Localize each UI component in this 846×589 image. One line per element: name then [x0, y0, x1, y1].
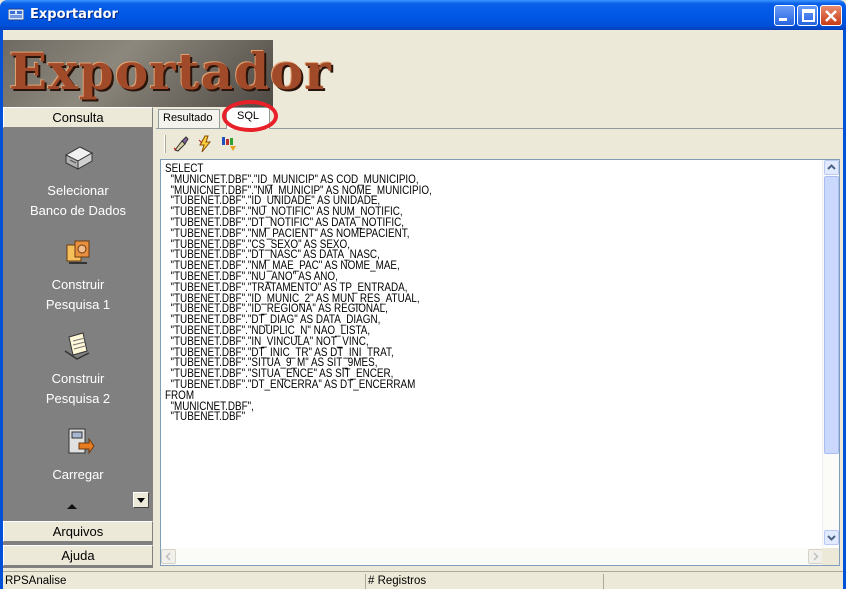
sidebar-item-construir-pesquisa-1[interactable]: Construir Pesquisa 1: [3, 235, 153, 315]
sidebar-item-label: Pesquisa 1: [45, 297, 111, 312]
status-app-name: RPSAnalise: [5, 575, 67, 587]
logo: Exportador: [3, 40, 331, 107]
logo-text: Exportador: [9, 42, 332, 101]
sidebar-item-label: Construir: [51, 277, 105, 292]
clear-icon: [173, 136, 189, 152]
vertical-scroll-thumb[interactable]: [824, 176, 839, 454]
main-panel: Resultado SQL SELECT "MUNICNET.DBF"."ID_…: [156, 107, 843, 568]
build-query-icon: [66, 240, 90, 264]
clear-button[interactable]: [172, 135, 190, 153]
sidebar-item-label: Pesquisa 2: [45, 391, 111, 406]
scroll-down-button[interactable]: [824, 530, 839, 545]
vertical-scrollbar[interactable]: [822, 160, 839, 546]
sidebar-item-carregar[interactable]: Carregar: [3, 425, 153, 485]
scroll-right-button[interactable]: [808, 549, 823, 564]
sidebar-header-ajuda[interactable]: Ajuda: [3, 545, 153, 566]
sql-toolbar: [156, 133, 843, 155]
sidebar-item-label: Carregar: [52, 467, 104, 482]
app-icon: [8, 8, 24, 21]
status-record-count: # Registros: [365, 574, 601, 589]
chevron-right-icon: [813, 552, 819, 561]
build-icon: [222, 137, 236, 151]
build-query-2-icon: [64, 332, 90, 360]
maximize-button[interactable]: [797, 5, 818, 26]
execute-button[interactable]: [196, 135, 214, 153]
sidebar-item-selecionar-banco[interactable]: Selecionar Banco de Dados: [3, 141, 153, 221]
sql-text[interactable]: SELECT "MUNICNET.DBF"."ID_MUNICIP" AS CO…: [165, 163, 733, 423]
scroll-left-button[interactable]: [161, 549, 176, 564]
status-bar: RPSAnalise # Registros: [3, 571, 843, 589]
scroll-up-button[interactable]: [824, 160, 839, 175]
tab-resultado[interactable]: Resultado: [158, 109, 220, 128]
sidebar-header-arquivos[interactable]: Arquivos: [3, 521, 153, 542]
sidebar-item-label: Selecionar: [47, 183, 109, 198]
highlight-circle: [222, 100, 278, 132]
triangle-down-icon: [137, 498, 145, 503]
scrollbar-corner: [822, 548, 839, 565]
toolbar-grip: [164, 135, 166, 153]
sidebar-item-label: Banco de Dados: [29, 203, 127, 218]
build-button[interactable]: [220, 135, 238, 153]
execute-icon: [198, 135, 212, 153]
minimize-button[interactable]: [774, 5, 795, 26]
close-button[interactable]: [820, 5, 842, 26]
sidebar-scroll-down-button[interactable]: [133, 492, 149, 508]
chevron-down-icon: [827, 535, 836, 541]
sidebar: Consulta Selecionar Banco de Dados Const…: [3, 107, 153, 568]
partial-item-icon: [67, 504, 77, 509]
chevron-up-icon: [827, 164, 836, 170]
sidebar-header-consulta[interactable]: Consulta: [3, 107, 153, 128]
sidebar-item-label: Construir: [51, 371, 105, 386]
horizontal-scrollbar[interactable]: [161, 548, 823, 565]
sql-editor[interactable]: SELECT "MUNICNET.DBF"."ID_MUNICIP" AS CO…: [160, 159, 840, 566]
database-icon: [64, 146, 94, 170]
status-extra: [603, 574, 843, 589]
sidebar-item-construir-pesquisa-2[interactable]: Construir Pesquisa 2: [3, 329, 153, 409]
chevron-left-icon: [165, 552, 171, 561]
load-icon: [68, 428, 95, 455]
title-bar[interactable]: Exportardor: [0, 0, 846, 30]
window-title: Exportardor: [30, 7, 118, 22]
